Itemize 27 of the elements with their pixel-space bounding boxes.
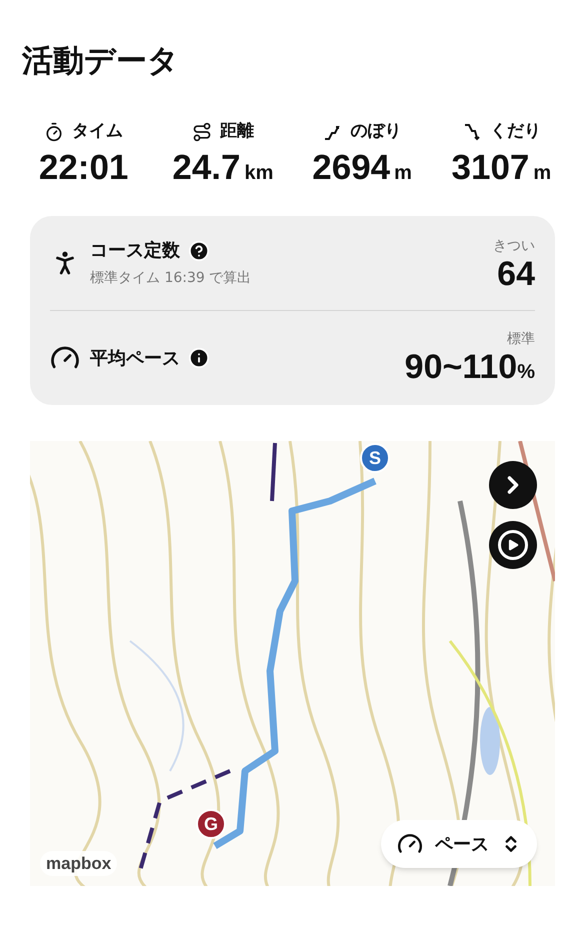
summary-unit: % xyxy=(517,360,535,386)
rating-label: 標準 xyxy=(507,330,535,350)
route-icon xyxy=(192,122,212,142)
stat-value: 24.7 xyxy=(172,150,240,186)
stopwatch-icon xyxy=(44,122,64,142)
summary-value: 90~110 xyxy=(404,350,518,384)
stat-label: 距離 xyxy=(220,120,254,143)
help-icon[interactable] xyxy=(188,240,210,262)
stat-value: 2694 xyxy=(312,150,390,186)
stat-unit: km xyxy=(244,161,274,186)
pace-mode-button[interactable]: ペース xyxy=(381,820,537,868)
stat-label: タイム xyxy=(72,120,124,143)
summary-label: 平均ペース xyxy=(90,346,180,371)
stat-value: 22:01 xyxy=(38,150,128,186)
stat-unit: m xyxy=(533,161,552,186)
rating-label: きつい xyxy=(493,236,535,256)
stat-label: のぼり xyxy=(350,120,402,143)
summary-note: 標準タイム 16:39 で算出 xyxy=(90,269,252,288)
stat-value: 3107 xyxy=(452,150,530,186)
attribution-logo: mapbox xyxy=(40,850,118,876)
summary-value: 64 xyxy=(497,256,535,291)
stat-label: くだり xyxy=(490,120,541,143)
play-icon xyxy=(498,530,528,560)
stat-unit: m xyxy=(394,161,412,186)
page-title: 活動データ xyxy=(22,42,179,81)
summary-label: コース定数 xyxy=(90,239,180,264)
info-icon[interactable] xyxy=(188,347,210,370)
